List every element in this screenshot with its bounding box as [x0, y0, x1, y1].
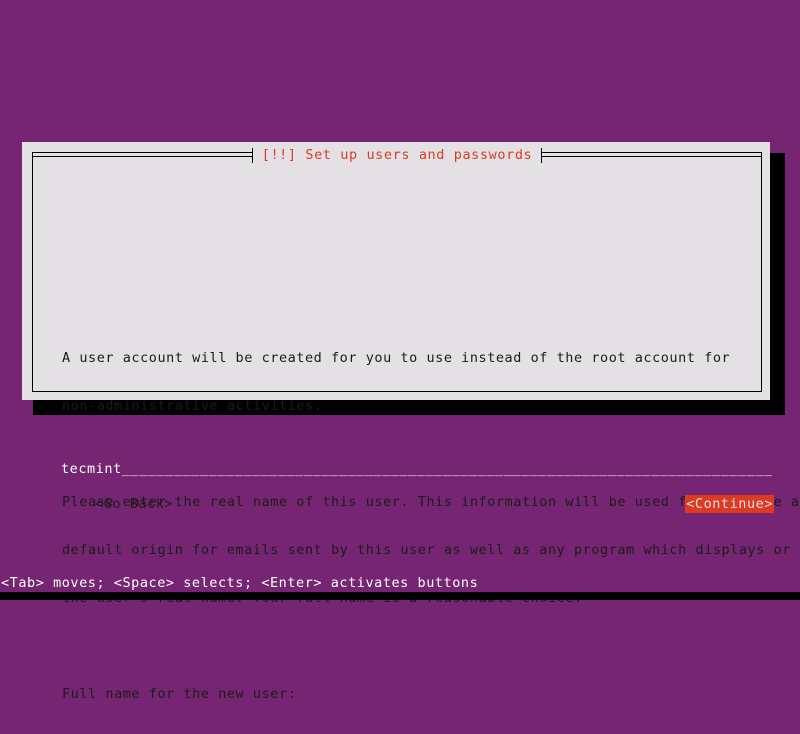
dialog-body-text: A user account will be created for you t… [62, 318, 800, 734]
paragraph-gap-2 [62, 638, 782, 654]
fullname-input-value: tecmint [61, 461, 122, 477]
fullname-input[interactable]: tecmint_________________________________… [61, 461, 772, 478]
title-rule-left [32, 155, 252, 157]
fullname-field-label: Full name for the new user: [62, 686, 297, 702]
bottom-black-strip [0, 592, 800, 600]
dialog-titlebar: [!!] Set up users and passwords [32, 145, 762, 165]
keyboard-hint-bar: <Tab> moves; <Space> selects; <Enter> ac… [1, 575, 479, 591]
paragraph-gap-1 [62, 446, 782, 462]
title-rule-right [542, 155, 762, 157]
setup-dialog: [!!] Set up users and passwords A user a… [22, 142, 800, 702]
go-back-button[interactable]: <Go Back> [94, 495, 174, 513]
paragraph-intro-line-2: non-administrative activities. [62, 398, 323, 414]
dialog-title: [!!] Set up users and passwords [252, 147, 542, 163]
continue-button[interactable]: <Continue> [685, 495, 774, 513]
paragraph-intro-line-1: A user account will be created for you t… [62, 350, 731, 366]
paragraph-instructions-line-2: default origin for emails sent by this u… [62, 542, 800, 558]
dialog-button-row: <Go Back> <Continue> [62, 495, 774, 513]
console-screen: [!!] Set up users and passwords A user a… [0, 0, 800, 702]
fullname-input-fill: ________________________________________… [121, 461, 772, 477]
